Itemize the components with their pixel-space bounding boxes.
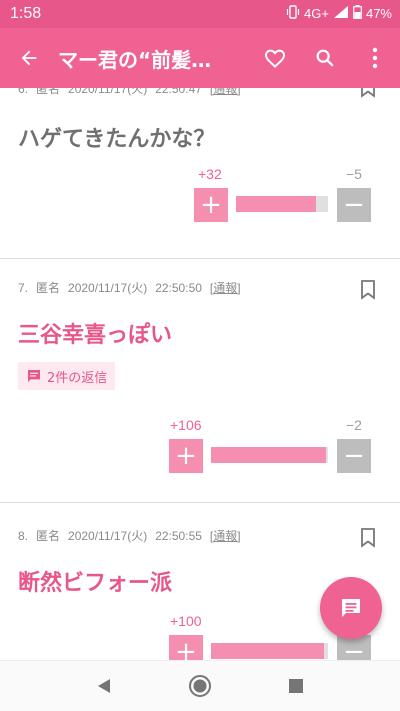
report-link[interactable]: [通報] <box>210 529 241 543</box>
plus-count: +100 <box>170 613 202 629</box>
battery-icon <box>353 5 362 22</box>
plus-button[interactable]: + <box>169 439 203 473</box>
list-item: 7. 匿名 2020/11/17(火) 22:50:50 [通報] 三谷幸喜っぽい 2件… <box>0 259 400 501</box>
post-text: 断然ビフォー派 <box>18 571 173 596</box>
minus-icon: − <box>343 637 365 660</box>
bookmark-icon[interactable] <box>360 88 376 98</box>
minus-button[interactable]: − <box>337 188 371 222</box>
post-author: 匿名 <box>36 88 61 96</box>
post-date: 2020/11/17(火) <box>68 88 148 96</box>
post-number: 7. <box>18 281 29 295</box>
post-text: ハゲてきたんかな？ <box>18 127 216 152</box>
minus-icon: − <box>343 190 365 220</box>
nav-recents-button[interactable] <box>284 674 308 698</box>
plus-button[interactable]: + <box>194 188 228 222</box>
post-author: 匿名 <box>36 281 61 295</box>
plus-icon: + <box>175 441 197 471</box>
signal-icon <box>333 5 349 22</box>
plus-count: +106 <box>170 417 202 433</box>
bookmark-icon[interactable] <box>360 280 376 300</box>
comment-fab-button[interactable] <box>320 577 382 639</box>
minus-count: −5 <box>346 166 362 182</box>
comment-list[interactable]: 6. 匿名 2020/11/17(火) 22:50:47 [通報] ハゲてきたんかな？ … <box>0 88 400 660</box>
nav-recents-icon <box>289 679 303 693</box>
post-date: 2020/11/17(火) <box>68 281 148 295</box>
search-icon <box>316 49 334 67</box>
vote-widget: +106 −2 + − <box>0 417 400 477</box>
minus-button[interactable]: − <box>337 439 371 473</box>
battery-level: 47% <box>365 6 392 21</box>
app-bar: マー君の“前髪… <box>0 28 400 88</box>
vote-ratio-bar <box>211 643 328 659</box>
back-button[interactable] <box>0 28 58 88</box>
post-number: 6. <box>18 88 29 96</box>
post-meta: 8. 匿名 2020/11/17(火) 22:50:55 [通報] <box>18 527 249 544</box>
favorite-button[interactable] <box>250 28 300 88</box>
vote-ratio-fill <box>211 643 325 659</box>
plus-icon: + <box>175 637 197 660</box>
nav-back-button[interactable] <box>92 674 116 698</box>
nav-home-icon <box>189 675 211 697</box>
vote-ratio-fill <box>211 447 326 463</box>
plus-button[interactable]: + <box>169 635 203 660</box>
post-text: 三谷幸喜っぽい <box>18 323 173 348</box>
page-title: マー君の“前髪… <box>58 47 212 72</box>
back-arrow-icon <box>21 50 37 66</box>
more-options-button[interactable] <box>350 28 400 88</box>
network-type: 4G+ <box>304 6 329 21</box>
report-link[interactable]: [通報] <box>210 88 241 96</box>
status-time: 1:58 <box>10 5 42 22</box>
nav-home-button[interactable] <box>188 674 212 698</box>
vote-ratio-fill <box>236 196 316 212</box>
system-nav-bar <box>0 660 400 711</box>
post-time: 22:50:55 <box>155 529 202 543</box>
comment-icon <box>342 599 360 617</box>
plus-icon: + <box>200 190 222 220</box>
vote-ratio-bar <box>211 447 328 463</box>
status-bar: 1:58 4G+ 47% <box>0 0 400 28</box>
replies-button[interactable]: 2件の返信 <box>18 362 116 390</box>
vibrate-icon <box>286 5 300 22</box>
nav-back-icon <box>98 679 110 693</box>
post-time: 22:50:50 <box>155 281 202 295</box>
post-author: 匿名 <box>36 529 61 543</box>
heart-icon <box>264 49 286 68</box>
list-item: 6. 匿名 2020/11/17(火) 22:50:47 [通報] ハゲてきたんかな？ … <box>0 88 400 258</box>
comment-icon <box>28 370 40 382</box>
post-meta: 6. 匿名 2020/11/17(火) 22:50:47 [通報] <box>18 88 249 97</box>
replies-label: 2件の返信 <box>47 370 108 386</box>
vote-widget: +32 −5 + − <box>0 166 400 226</box>
minus-count: −2 <box>346 417 362 433</box>
report-link[interactable]: [通報] <box>210 281 241 295</box>
post-meta: 7. 匿名 2020/11/17(火) 22:50:50 [通報] <box>18 279 249 296</box>
search-button[interactable] <box>300 28 350 88</box>
minus-icon: − <box>343 441 365 471</box>
post-date: 2020/11/17(火) <box>68 529 148 543</box>
bookmark-icon[interactable] <box>360 528 376 548</box>
more-vert-icon <box>372 47 378 69</box>
vote-ratio-bar <box>236 196 328 212</box>
plus-count: +32 <box>198 166 222 182</box>
screen: 1:58 4G+ 47% マー君の“前髪… 6. 匿名 2020/11/17(火… <box>0 0 400 711</box>
status-icons: 4G+ 47% <box>286 5 392 22</box>
post-time: 22:50:47 <box>155 88 202 96</box>
post-number: 8. <box>18 529 29 543</box>
